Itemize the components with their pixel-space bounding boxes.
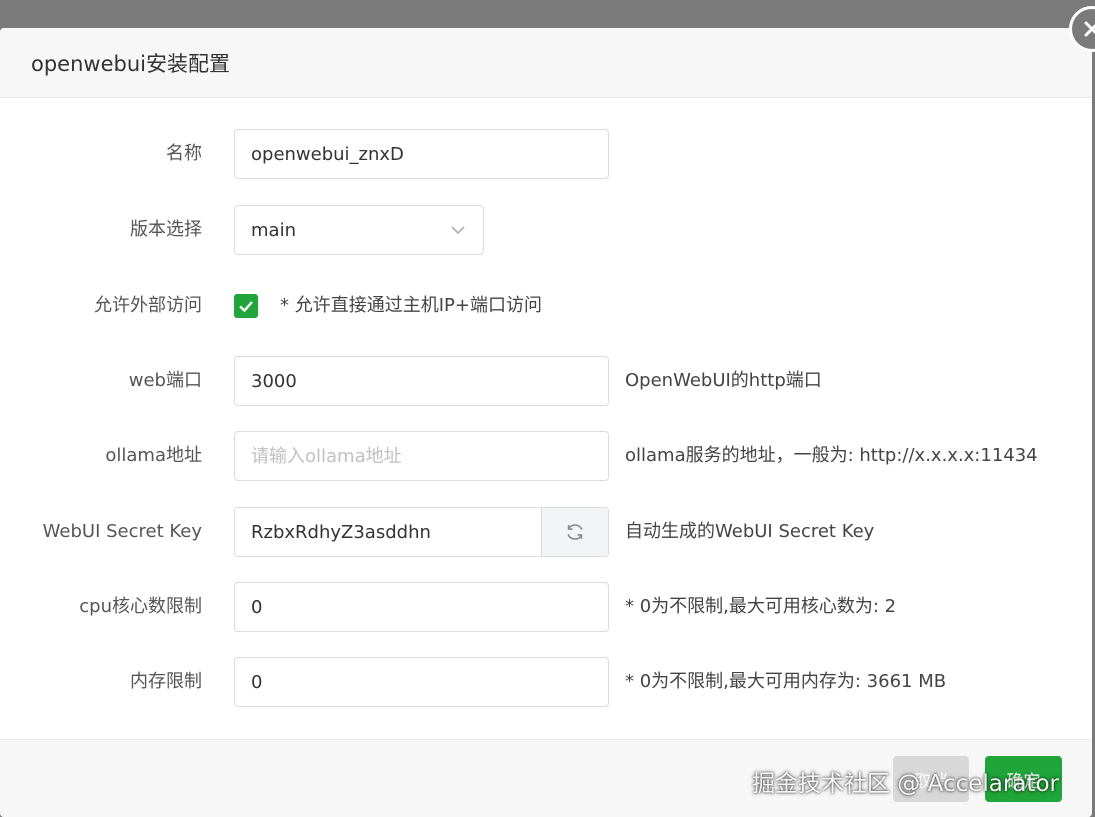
refresh-icon <box>567 524 583 540</box>
regenerate-key-button[interactable] <box>541 508 608 556</box>
ollama-address-hint: ollama服务的地址，一般为: http://x.x.x.x:11434 <box>625 445 1038 466</box>
memory-limit-input[interactable] <box>234 657 609 707</box>
memory-limit-row: 内存限制 * 0为不限制,最大可用内存为: 3661 MB <box>0 657 1092 707</box>
ollama-address-input[interactable] <box>234 431 609 481</box>
external-access-row: 允许外部访问 * 允许直接通过主机IP+端口访问 <box>0 281 1092 331</box>
version-select[interactable]: main <box>234 205 484 255</box>
web-port-hint: OpenWebUI的http端口 <box>625 370 822 391</box>
memory-limit-hint: * 0为不限制,最大可用内存为: 3661 MB <box>625 671 947 692</box>
secret-key-row: WebUI Secret Key 自动生成的WebUI Secret Key <box>0 507 1092 557</box>
dialog-title: openwebui安装配置 <box>31 51 230 76</box>
close-icon <box>1084 21 1095 37</box>
name-label: 名称 <box>166 143 202 164</box>
secret-key-input[interactable] <box>235 508 541 556</box>
web-port-label: web端口 <box>128 370 202 391</box>
web-port-input[interactable] <box>234 356 609 406</box>
memory-limit-label: 内存限制 <box>130 671 202 692</box>
secret-key-hint: 自动生成的WebUI Secret Key <box>625 521 875 542</box>
external-access-text: * 允许直接通过主机IP+端口访问 <box>280 295 542 316</box>
secret-key-group <box>234 507 609 557</box>
dialog-header: openwebui安装配置 <box>0 28 1092 98</box>
version-label: 版本选择 <box>130 219 202 240</box>
cpu-limit-input[interactable] <box>234 582 609 632</box>
version-row: 版本选择 main <box>0 205 1092 255</box>
watermark-text: 掘金技术社区 @ Accelarator <box>752 771 1059 797</box>
ollama-address-row: ollama地址 ollama服务的地址，一般为: http://x.x.x.x… <box>0 431 1092 481</box>
name-input[interactable] <box>234 129 609 179</box>
external-access-label: 允许外部访问 <box>94 295 202 316</box>
check-icon <box>239 301 253 313</box>
cpu-limit-row: cpu核心数限制 * 0为不限制,最大可用核心数为: 2 <box>0 582 1092 632</box>
install-config-dialog: openwebui安装配置 名称 版本选择 main 允许外部访问 * 允许直接… <box>0 28 1092 817</box>
cpu-limit-label: cpu核心数限制 <box>79 596 202 617</box>
name-row: 名称 <box>0 129 1092 179</box>
cpu-limit-hint: * 0为不限制,最大可用核心数为: 2 <box>625 596 897 617</box>
secret-key-label: WebUI Secret Key <box>42 521 202 542</box>
web-port-row: web端口 OpenWebUI的http端口 <box>0 356 1092 406</box>
ollama-address-label: ollama地址 <box>105 445 202 466</box>
external-access-checkbox[interactable] <box>234 294 258 318</box>
version-select-value: main <box>251 219 296 241</box>
chevron-down-icon <box>451 226 465 235</box>
